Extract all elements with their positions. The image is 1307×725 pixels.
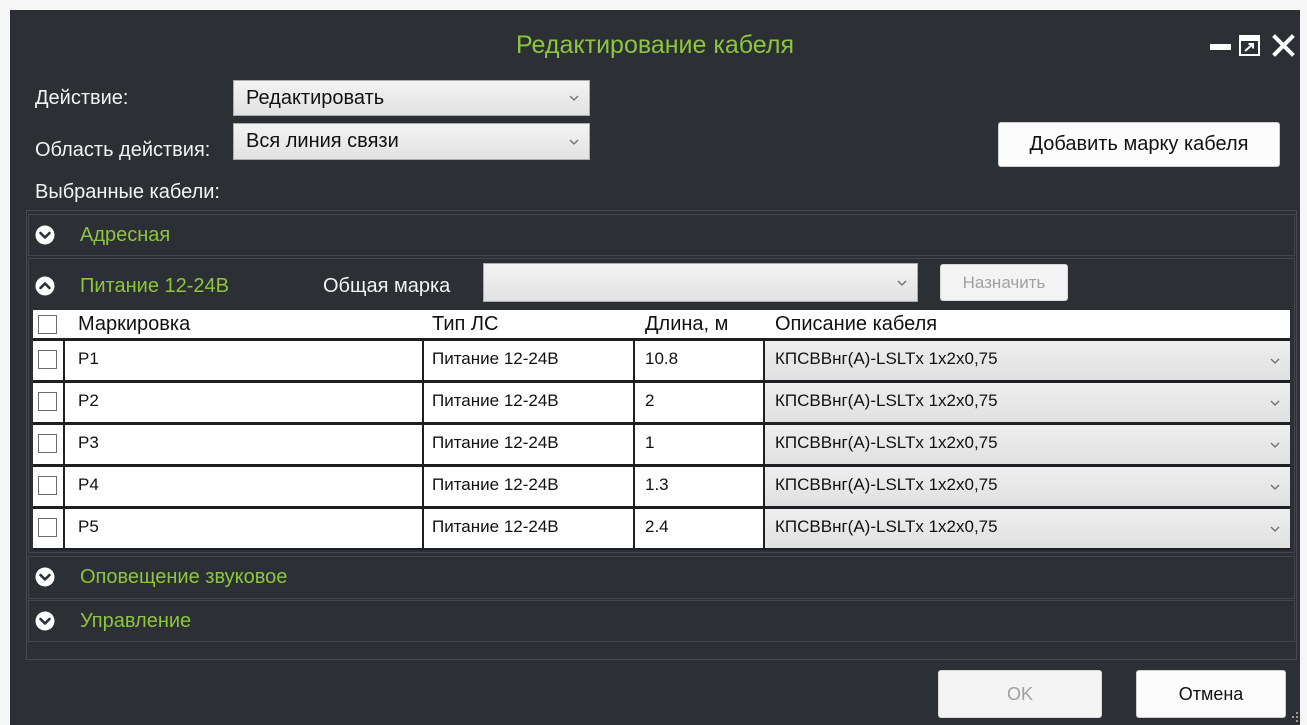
close-icon <box>1272 34 1295 57</box>
group-header-sound-alert[interactable]: Оповещение звуковое <box>28 556 1295 599</box>
chevron-down-icon <box>569 95 579 101</box>
table-header: Маркировка Тип ЛС Длина, м Описание кабе… <box>33 310 1290 338</box>
chevron-down-circle-icon[interactable] <box>35 611 55 631</box>
column-header-marking[interactable]: Маркировка <box>78 310 190 338</box>
length-cell[interactable]: 2 <box>635 383 763 422</box>
group-label: Питание 12-24В <box>80 275 229 297</box>
marking-cell[interactable]: P1 <box>65 341 422 380</box>
description-value: КПСВВнг(А)-LSLTx 1x2x0,75 <box>775 475 998 494</box>
cable-table: Маркировка Тип ЛС Длина, м Описание кабе… <box>33 310 1290 550</box>
description-value: КПСВВнг(А)-LSLTx 1x2x0,75 <box>775 391 998 410</box>
chevron-down-icon <box>569 139 579 145</box>
column-header-line-type[interactable]: Тип ЛС <box>432 310 498 338</box>
line-type-cell[interactable]: Питание 12-24В <box>424 341 633 380</box>
description-select[interactable]: КПСВВнг(А)-LSLTx 1x2x0,75 <box>765 509 1290 548</box>
chevron-up-circle-icon[interactable] <box>35 276 55 296</box>
marking-cell[interactable]: P5 <box>65 509 422 548</box>
checkbox-cell <box>33 425 63 464</box>
common-brand-label: Общая марка <box>323 275 451 297</box>
minimize-icon <box>1210 44 1231 50</box>
line-type-cell[interactable]: Питание 12-24В <box>424 467 633 506</box>
select-all-checkbox[interactable] <box>38 315 57 334</box>
scope-select-value: Вся линия связи <box>246 130 399 152</box>
chevron-down-icon <box>1270 442 1280 448</box>
common-brand-select[interactable] <box>483 263 918 302</box>
restore-button[interactable] <box>1238 34 1262 58</box>
column-header-description[interactable]: Описание кабеля <box>775 310 937 338</box>
row-checkbox[interactable] <box>38 476 57 495</box>
chevron-down-icon <box>1270 400 1280 406</box>
checkbox-cell <box>33 341 63 380</box>
row-checkbox[interactable] <box>38 392 57 411</box>
minimize-button[interactable] <box>1206 34 1234 58</box>
length-cell[interactable]: 2.4 <box>635 509 763 548</box>
marking-cell[interactable]: P3 <box>65 425 422 464</box>
chevron-down-circle-icon[interactable] <box>35 225 55 245</box>
marking-cell[interactable]: P4 <box>65 467 422 506</box>
group-header-control[interactable]: Управление <box>28 600 1295 642</box>
table-row[interactable]: P3 Питание 12-24В 1 КПСВВнг(А)-LSLTx 1x2… <box>33 425 1290 464</box>
description-select[interactable]: КПСВВнг(А)-LSLTx 1x2x0,75 <box>765 341 1290 380</box>
scope-label: Область действия: <box>35 139 211 161</box>
description-value: КПСВВнг(А)-LSLTx 1x2x0,75 <box>775 349 998 368</box>
line-type-cell[interactable]: Питание 12-24В <box>424 383 633 422</box>
description-value: КПСВВнг(А)-LSLTx 1x2x0,75 <box>775 517 998 536</box>
description-select[interactable]: КПСВВнг(А)-LSLTx 1x2x0,75 <box>765 467 1290 506</box>
table-row[interactable]: P4 Питание 12-24В 1.3 КПСВВнг(А)-LSLTx 1… <box>33 467 1290 506</box>
edit-cable-dialog: Редактирование кабеля Действие: Редактир… <box>10 10 1300 725</box>
line-type-cell[interactable]: Питание 12-24В <box>424 509 633 548</box>
checkbox-cell <box>33 509 63 548</box>
restore-icon <box>1239 35 1260 56</box>
group-label: Адресная <box>80 224 171 246</box>
chevron-down-icon <box>1270 358 1280 364</box>
resize-grip[interactable] <box>1290 710 1300 722</box>
scope-select[interactable]: Вся линия связи <box>233 123 590 160</box>
add-cable-brand-button[interactable]: Добавить марку кабеля <box>998 122 1280 167</box>
chevron-down-icon <box>1270 526 1280 532</box>
table-row[interactable]: P1 Питание 12-24В 10.8 КПСВВнг(А)-LSLTx … <box>33 341 1290 380</box>
description-value: КПСВВнг(А)-LSLTx 1x2x0,75 <box>775 433 998 452</box>
action-select-value: Редактировать <box>246 86 385 109</box>
chevron-down-icon <box>1270 484 1280 490</box>
assign-button[interactable]: Назначить <box>940 264 1068 301</box>
checkbox-cell <box>33 467 63 506</box>
length-cell[interactable]: 1 <box>635 425 763 464</box>
group-header-addressable[interactable]: Адресная <box>28 214 1295 256</box>
chevron-down-icon <box>897 280 907 286</box>
row-checkbox[interactable] <box>38 434 57 453</box>
group-label: Управление <box>80 610 192 632</box>
column-header-length[interactable]: Длина, м <box>645 310 728 338</box>
cancel-button[interactable]: Отмена <box>1136 670 1286 718</box>
group-label: Оповещение звуковое <box>80 566 288 588</box>
marking-cell[interactable]: P2 <box>65 383 422 422</box>
ok-button[interactable]: OK <box>938 670 1102 718</box>
dialog-title: Редактирование кабеля <box>515 31 794 59</box>
close-button[interactable] <box>1270 34 1297 58</box>
selected-cables-label: Выбранные кабели: <box>35 181 220 203</box>
length-cell[interactable]: 1.3 <box>635 467 763 506</box>
group-power: Питание 12-24В Общая марка Назначить Мар… <box>28 258 1295 553</box>
row-checkbox[interactable] <box>38 518 57 537</box>
line-type-cell[interactable]: Питание 12-24В <box>424 425 633 464</box>
cable-groups-panel: Адресная Питание 12-24В Общая марка Назн… <box>26 210 1297 660</box>
description-select[interactable]: КПСВВнг(А)-LSLTx 1x2x0,75 <box>765 383 1290 422</box>
table-row[interactable]: P2 Питание 12-24В 2 КПСВВнг(А)-LSLTx 1x2… <box>33 383 1290 422</box>
action-select[interactable]: Редактировать <box>233 80 590 116</box>
table-row[interactable]: P5 Питание 12-24В 2.4 КПСВВнг(А)-LSLTx 1… <box>33 509 1290 548</box>
action-label: Действие: <box>35 87 129 109</box>
description-select[interactable]: КПСВВнг(А)-LSLTx 1x2x0,75 <box>765 425 1290 464</box>
checkbox-cell <box>33 383 63 422</box>
chevron-down-circle-icon[interactable] <box>35 567 55 587</box>
length-cell[interactable]: 10.8 <box>635 341 763 380</box>
row-checkbox[interactable] <box>38 350 57 369</box>
